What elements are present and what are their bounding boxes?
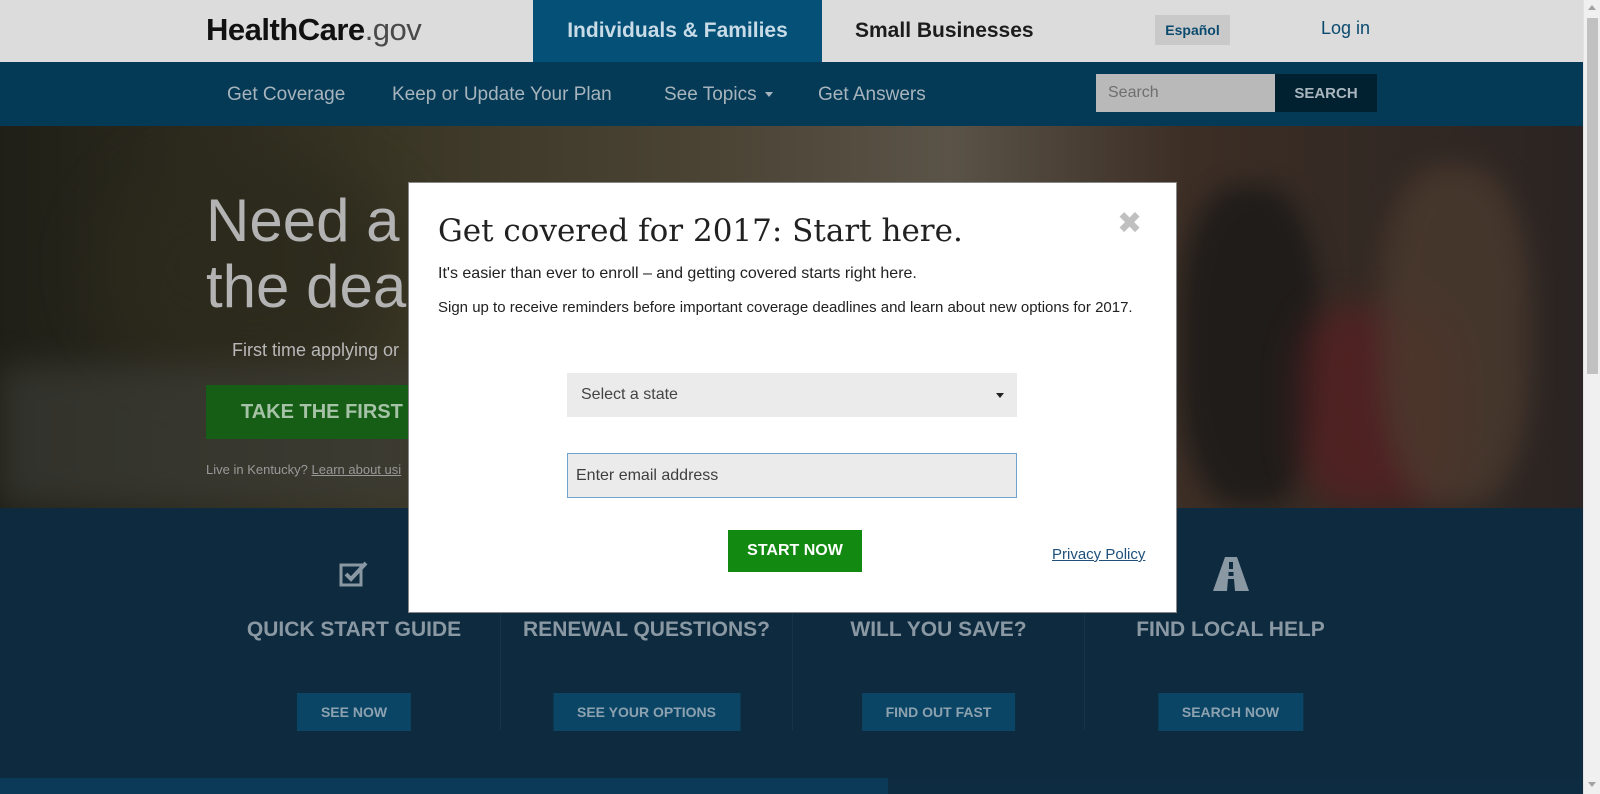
feature-title: QUICK START GUIDE (246, 618, 462, 641)
nav-get-coverage[interactable]: Get Coverage (227, 84, 345, 106)
find-out-fast-button[interactable]: FIND OUT FAST (861, 693, 1016, 731)
hero-background-person-1 (1180, 186, 1320, 506)
hero-background-person-3 (1380, 166, 1530, 506)
espanol-button[interactable]: Español (1155, 15, 1230, 45)
state-select-value: Select a state (581, 386, 678, 403)
privacy-policy-link[interactable]: Privacy Policy (1052, 546, 1145, 563)
tab-individuals-families[interactable]: Individuals & Families (533, 0, 822, 62)
footer-strip (0, 778, 1583, 794)
feature-title: RENEWAL QUESTIONS? (523, 618, 770, 641)
close-icon[interactable]: ✖ (1117, 209, 1142, 239)
nav-keep-update-plan[interactable]: Keep or Update Your Plan (392, 84, 612, 106)
chevron-down-icon (764, 92, 773, 98)
search-input[interactable] (1096, 74, 1275, 112)
nav-see-topics[interactable]: See Topics (664, 84, 773, 106)
signup-modal: Get covered for 2017: Start here. ✖ It's… (408, 182, 1177, 613)
nav-get-answers[interactable]: Get Answers (818, 84, 926, 106)
modal-title: Get covered for 2017: Start here. (438, 213, 963, 249)
feature-title: FIND LOCAL HELP (1136, 618, 1325, 641)
vertical-scrollbar[interactable] (1583, 0, 1600, 794)
nav-see-topics-label: See Topics (664, 84, 757, 105)
chevron-down-icon (996, 393, 1004, 398)
scroll-down-arrow-icon[interactable] (1588, 782, 1596, 787)
hero-subtext: First time applying or (232, 340, 400, 360)
see-now-button[interactable]: SEE NOW (296, 693, 412, 731)
healthcare-gov-logo[interactable]: HealthCare.gov (206, 12, 422, 48)
feature-title: WILL YOU SAVE? (850, 618, 1027, 641)
scroll-up-arrow-icon[interactable] (1588, 5, 1596, 10)
email-field[interactable] (567, 453, 1017, 498)
state-select[interactable]: Select a state (567, 373, 1017, 417)
search-now-button[interactable]: SEARCH NOW (1157, 693, 1304, 731)
top-bar: HealthCare.gov Individuals & Families Sm… (0, 0, 1583, 62)
scroll-thumb[interactable] (1587, 18, 1598, 374)
modal-description: Sign up to receive reminders before impo… (438, 299, 1133, 316)
login-link[interactable]: Log in (1321, 18, 1370, 39)
kentucky-prefix: Live in Kentucky? (206, 462, 308, 477)
tab-small-businesses[interactable]: Small Businesses (855, 0, 1034, 62)
see-your-options-button[interactable]: SEE YOUR OPTIONS (553, 693, 740, 731)
logo-strong: HealthCare (206, 12, 365, 47)
search-button[interactable]: SEARCH (1275, 74, 1377, 112)
kentucky-note: Live in Kentucky? Learn about usi (206, 462, 411, 477)
footer-strip-right (888, 778, 1583, 794)
kentucky-link[interactable]: Learn about usi (312, 462, 402, 477)
start-now-button[interactable]: START NOW (728, 530, 862, 572)
logo-light: .gov (364, 12, 422, 47)
take-first-step-button[interactable]: TAKE THE FIRST S (206, 385, 410, 439)
modal-intro-text: It's easier than ever to enroll – and ge… (438, 265, 917, 282)
